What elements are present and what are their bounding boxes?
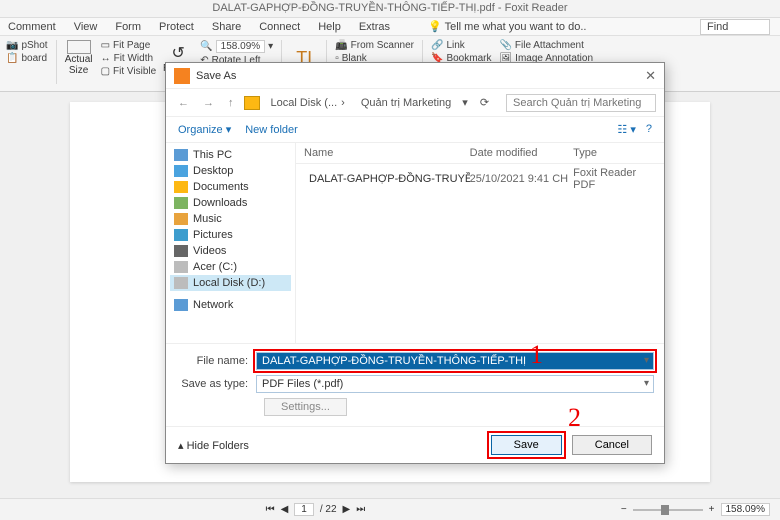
col-date[interactable]: Date modified — [470, 147, 574, 159]
filename-input[interactable]: DALAT-GAPHỢP-ĐỒNG-TRUYỀN-THÔNG-TIẾP-THỊ — [256, 352, 654, 370]
breadcrumb-dropdown-icon[interactable]: ▾ — [462, 96, 468, 109]
last-page-icon[interactable]: ⏭ — [356, 504, 365, 515]
col-name[interactable]: Name — [304, 147, 470, 159]
dialog-toolbar: Organize ▾ New folder ☷ ▾ ? — [166, 117, 664, 143]
file-list[interactable]: Name Date modified Type DALAT-GAPHỢP-ĐỒN… — [296, 143, 664, 343]
menu-share[interactable]: Share — [212, 21, 241, 33]
filename-label: File name: — [176, 355, 256, 367]
foxit-icon — [174, 68, 190, 84]
actual-size-button[interactable]: ActualSize — [65, 40, 93, 76]
cancel-button[interactable]: Cancel — [572, 435, 652, 455]
tree-pictures[interactable]: Pictures — [170, 227, 291, 243]
tree-documents[interactable]: Documents — [170, 179, 291, 195]
status-bar: ⏮ ◀ 1 / 22 ▶ ⏭ − + 158.09% — [0, 498, 780, 520]
page-navigator[interactable]: ⏮ ◀ 1 / 22 ▶ ⏭ — [266, 503, 366, 516]
search-input[interactable] — [506, 94, 656, 112]
fit-width-button[interactable]: ↔ Fit Width — [101, 53, 157, 64]
save-button[interactable]: Save — [491, 435, 562, 455]
file-row[interactable]: DALAT-GAPHỢP-ĐỒNG-TRUYỀN-THÔN... 25/10/2… — [296, 164, 664, 194]
fit-visible-button[interactable]: ▢ Fit Visible — [101, 66, 157, 77]
menu-connect[interactable]: Connect — [259, 21, 300, 33]
breadcrumb-folder[interactable]: Quản trị Marketing — [356, 96, 456, 110]
link-button[interactable]: 🔗 Link — [431, 40, 491, 51]
refresh-icon[interactable]: ⟳ — [480, 96, 489, 109]
save-type-combo[interactable]: PDF Files (*.pdf) — [256, 375, 654, 393]
view-mode-icon[interactable]: ☷ ▾ — [617, 123, 635, 136]
zoom-out-icon[interactable]: − — [621, 504, 627, 515]
folder-tree[interactable]: This PC Desktop Documents Downloads Musi… — [166, 143, 296, 343]
zoom-combo[interactable]: 🔍 158.09% ▾ — [200, 40, 273, 53]
close-icon[interactable]: ✕ — [645, 68, 656, 84]
save-type-label: Save as type: — [176, 378, 256, 390]
tree-music[interactable]: Music — [170, 211, 291, 227]
menu-extras[interactable]: Extras — [359, 21, 390, 33]
save-as-dialog: Save As ✕ ← → ↑ Local Disk (... › Quản t… — [165, 62, 665, 464]
dialog-titlebar: Save As ✕ — [166, 63, 664, 89]
file-list-header[interactable]: Name Date modified Type — [296, 143, 664, 164]
menu-view[interactable]: View — [74, 21, 98, 33]
nav-up-icon[interactable]: ↑ — [224, 97, 238, 109]
menu-comment[interactable]: Comment — [8, 21, 56, 33]
page-total: / 22 — [320, 504, 337, 515]
organize-menu[interactable]: Organize ▾ — [178, 123, 231, 136]
next-page-icon[interactable]: ▶ — [343, 504, 351, 515]
nav-back-icon[interactable]: ← — [174, 97, 193, 109]
new-folder-button[interactable]: New folder — [245, 124, 298, 136]
nav-fwd-icon[interactable]: → — [199, 97, 218, 109]
app-titlebar: DALAT-GAPHỢP-ĐỒNG-TRUYỀN-THÔNG-TIẾP-THỊ.… — [0, 0, 780, 18]
zoom-value[interactable]: 158.09% — [721, 503, 770, 516]
annotation-2: 2 — [568, 403, 581, 433]
tree-videos[interactable]: Videos — [170, 243, 291, 259]
page-number-input[interactable]: 1 — [294, 503, 314, 516]
find-input[interactable]: Find — [700, 19, 770, 35]
breadcrumb-disk[interactable]: Local Disk (... › — [266, 96, 350, 110]
annotation-1: 1 — [530, 340, 543, 370]
fit-page-button[interactable]: ▭ Fit Page — [101, 40, 157, 51]
tree-local-disk-d[interactable]: Local Disk (D:) — [170, 275, 291, 291]
tree-network[interactable]: Network — [170, 297, 291, 313]
help-icon[interactable]: ? — [646, 123, 652, 136]
tree-acer-c[interactable]: Acer (C:) — [170, 259, 291, 275]
menu-bar: Comment View Form Protect Share Connect … — [0, 18, 780, 36]
from-scanner-button[interactable]: 📠 From Scanner — [335, 40, 414, 51]
first-page-icon[interactable]: ⏮ — [266, 504, 275, 515]
tree-this-pc[interactable]: This PC — [170, 147, 291, 163]
file-attachment-button[interactable]: 📎 File Attachment — [499, 40, 593, 51]
zoom-in-icon[interactable]: + — [709, 504, 715, 515]
col-type[interactable]: Type — [573, 147, 656, 159]
tree-desktop[interactable]: Desktop — [170, 163, 291, 179]
dialog-title: Save As — [196, 70, 236, 82]
clipboard-button[interactable]: 📋 board — [6, 53, 48, 64]
snapshot-button[interactable]: 📷 pShot — [6, 40, 48, 51]
zoom-slider[interactable] — [633, 509, 703, 511]
menu-protect[interactable]: Protect — [159, 21, 194, 33]
folder-icon — [244, 96, 260, 110]
tree-downloads[interactable]: Downloads — [170, 195, 291, 211]
settings-button[interactable]: Settings... — [264, 398, 347, 416]
menu-help[interactable]: Help — [318, 21, 341, 33]
dialog-nav: ← → ↑ Local Disk (... › Quản trị Marketi… — [166, 89, 664, 117]
menu-form[interactable]: Form — [115, 21, 141, 33]
tell-me-search[interactable]: 💡 Tell me what you want to do.. — [428, 20, 586, 33]
prev-page-icon[interactable]: ◀ — [281, 504, 289, 515]
hide-folders-toggle[interactable]: ▴ Hide Folders — [178, 439, 249, 452]
